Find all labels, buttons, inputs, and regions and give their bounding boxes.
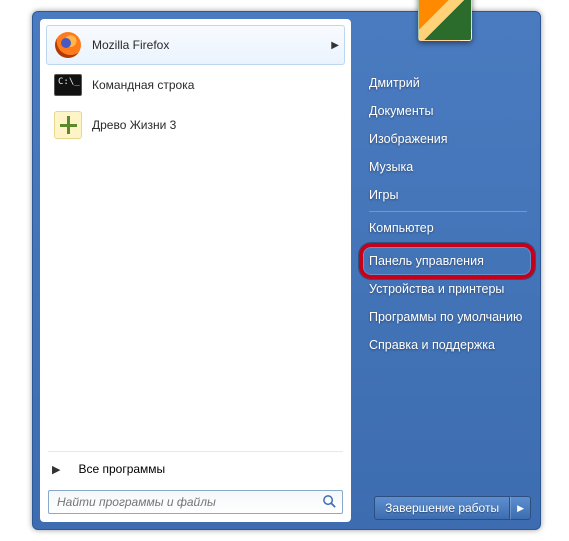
- shutdown-options-button[interactable]: ▶: [510, 496, 531, 520]
- separator: [369, 244, 527, 245]
- separator: [48, 451, 343, 452]
- start-menu: Mozilla Firefox ▶ C:\_ Командная строка …: [32, 11, 541, 530]
- right-panel-item[interactable]: Музыка: [365, 153, 531, 181]
- separator: [369, 211, 527, 212]
- right-panel-item[interactable]: Компьютер: [365, 214, 531, 242]
- firefox-icon: [52, 29, 84, 61]
- program-label: Древо Жизни 3: [92, 118, 339, 132]
- user-avatar[interactable]: [418, 0, 472, 41]
- program-item-cmd[interactable]: C:\_ Командная строка: [46, 65, 345, 105]
- search-input[interactable]: [48, 490, 343, 514]
- user-name-item[interactable]: Дмитрий: [365, 69, 531, 97]
- right-panel-item[interactable]: Игры: [365, 181, 531, 209]
- right-panel-item[interactable]: Панель управления: [365, 247, 531, 275]
- shutdown-group: Завершение работы ▶: [374, 496, 531, 520]
- annotation-highlight: [359, 243, 535, 279]
- right-panel: Дмитрий ДокументыИзображенияМузыкаИгры Ко…: [351, 13, 539, 528]
- right-panel-item[interactable]: Программы по умолчанию: [365, 303, 531, 331]
- program-label: Командная строка: [92, 78, 339, 92]
- right-panel-item[interactable]: Устройства и принтеры: [365, 275, 531, 303]
- search-icon[interactable]: [322, 494, 337, 512]
- right-panel-item[interactable]: Документы: [365, 97, 531, 125]
- program-label: Mozilla Firefox: [92, 38, 331, 52]
- tree-icon: [52, 109, 84, 141]
- all-programs-label: Все программы: [78, 462, 165, 476]
- right-panel-item[interactable]: Изображения: [365, 125, 531, 153]
- recent-programs-list: Mozilla Firefox ▶ C:\_ Командная строка …: [40, 19, 351, 449]
- left-panel: Mozilla Firefox ▶ C:\_ Командная строка …: [40, 19, 351, 522]
- shutdown-button[interactable]: Завершение работы: [374, 496, 510, 520]
- program-item-firefox[interactable]: Mozilla Firefox ▶: [46, 25, 345, 65]
- cmd-icon: C:\_: [52, 69, 84, 101]
- right-panel-item[interactable]: Справка и поддержка: [365, 331, 531, 359]
- all-programs-button[interactable]: ▶ Все программы: [40, 454, 351, 484]
- triangle-right-icon: ▶: [52, 463, 60, 476]
- submenu-arrow-icon: ▶: [331, 40, 339, 51]
- program-item-tree[interactable]: Древо Жизни 3: [46, 105, 345, 145]
- right-items-list: Дмитрий ДокументыИзображенияМузыкаИгры Ко…: [351, 67, 539, 359]
- search-box: [48, 490, 343, 514]
